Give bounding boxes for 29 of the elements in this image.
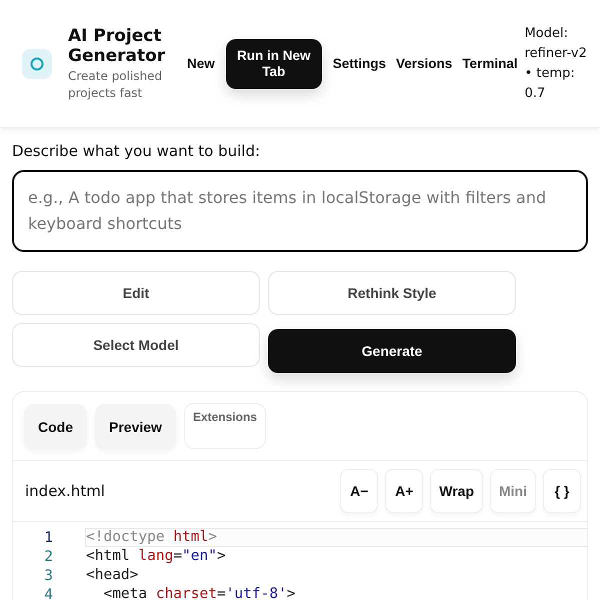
editor-tab[interactable]: Code (24, 404, 87, 450)
model-info: Model: refiner-v2 • temp: 0.7 (524, 24, 588, 102)
action-button[interactable]: Select Model (12, 323, 260, 367)
file-name: index.html (25, 482, 106, 500)
line-number: 3 (43, 566, 53, 586)
code-line: <meta charset='utf-8'> (102, 585, 297, 600)
run-button[interactable]: Run in New Tab (226, 38, 322, 88)
nav-link[interactable]: Terminal (457, 56, 523, 71)
prompt-field[interactable]: e.g., A todo app that stores items in localStorage with filters and keyboard shortcuts (12, 170, 588, 252)
code-line: <head> (85, 566, 140, 585)
prompt-label: Describe what you want to build: (12, 142, 262, 160)
toolbar-button[interactable]: A+ (385, 469, 424, 513)
logo-icon (22, 48, 52, 78)
app-subtitle: Create polished projects fast (68, 68, 164, 102)
line-number: 4 (43, 586, 53, 600)
line-number: 2 (43, 548, 53, 566)
action-button[interactable]: Rethink Style (268, 271, 516, 315)
app-title: AI Project Generator (68, 26, 166, 66)
action-button[interactable]: Edit (12, 271, 260, 315)
line-number: 1 (43, 528, 53, 548)
generate-button[interactable]: Generate (268, 329, 516, 373)
nav-link[interactable]: New (182, 56, 220, 71)
nav-link[interactable]: Versions (391, 56, 458, 71)
code-line: <html lang="en"> (85, 547, 227, 566)
nav-link[interactable]: Settings (328, 56, 392, 71)
editor-tab[interactable]: Preview (95, 404, 176, 450)
toolbar-button[interactable]: { } (543, 469, 581, 513)
toolbar-button[interactable]: Wrap (430, 469, 483, 513)
toolbar-button[interactable]: A− (340, 469, 378, 513)
